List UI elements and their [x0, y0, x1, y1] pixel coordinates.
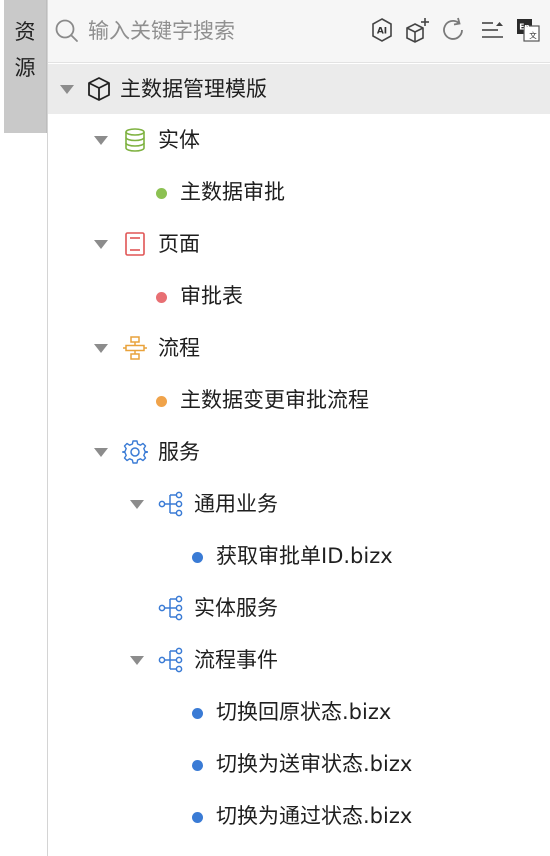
status-dot [156, 292, 167, 303]
chevron-down-icon[interactable] [94, 136, 108, 145]
search-input[interactable] [88, 16, 328, 46]
tree-node-service-flow-events[interactable]: 流程事件 [48, 634, 550, 686]
search-bar: AI En 文 [48, 0, 550, 63]
tree-node-service-flow-item-1[interactable]: 切换回原状态.bizx [48, 686, 550, 738]
ai-icon-label: AI [377, 27, 387, 37]
ai-icon[interactable]: AI [368, 16, 396, 44]
collapse-list-icon[interactable] [478, 16, 506, 44]
chevron-down-icon[interactable] [130, 500, 144, 509]
resource-panel: AI En 文 主数据管理模版 [48, 0, 550, 856]
sidebar-tab-label-line2: 源 [14, 56, 36, 80]
tree-node-label: 通用业务 [194, 492, 278, 516]
tree-node-service-common-item[interactable]: 获取审批单ID.bizx [48, 530, 550, 582]
tree-node-service-common[interactable]: 通用业务 [48, 478, 550, 530]
chevron-down-icon[interactable] [94, 448, 108, 457]
tree-node-service-flow-item-3[interactable]: 切换为通过状态.bizx [48, 790, 550, 842]
status-dot [192, 812, 203, 823]
tree-node-flow-item[interactable]: 主数据变更审批流程 [48, 374, 550, 426]
tree-node-label: 流程事件 [194, 648, 278, 672]
tree-node-label: 切换回原状态.bizx [216, 700, 392, 724]
language-icon-en: En [519, 23, 529, 32]
chevron-down-icon[interactable] [60, 85, 74, 94]
tree-node-label: 主数据管理模版 [120, 77, 267, 101]
search-icon[interactable] [54, 18, 80, 44]
language-icon[interactable]: En 文 [514, 16, 542, 44]
tree-node-label: 主数据审批 [180, 180, 285, 204]
hierarchy-icon [158, 595, 183, 621]
tree-node-label: 服务 [158, 440, 200, 464]
tree-node-entity-group[interactable]: 实体 [48, 114, 550, 166]
flow-icon [123, 336, 147, 360]
add-cube-icon[interactable] [403, 16, 431, 44]
tree-node-label: 切换为送审状态.bizx [216, 752, 413, 776]
refresh-icon[interactable] [439, 16, 467, 44]
tree-node-label: 审批表 [180, 284, 243, 308]
cube-icon [88, 77, 110, 101]
status-dot [156, 188, 167, 199]
tree-node-label: 实体 [158, 128, 200, 152]
status-dot [192, 552, 203, 563]
tree-node-service-flow-item-2[interactable]: 切换为送审状态.bizx [48, 738, 550, 790]
tree-node-label: 主数据变更审批流程 [180, 388, 369, 412]
tree-node-service-entity[interactable]: 实体服务 [48, 582, 550, 634]
status-dot [156, 396, 167, 407]
chevron-down-icon[interactable] [94, 240, 108, 249]
tree-node-label: 切换为通过状态.bizx [216, 804, 413, 828]
tree-node-label: 流程 [158, 336, 200, 360]
database-icon [125, 128, 145, 152]
sidebar-tab-label-line1: 资 [14, 20, 36, 44]
tree-node-page-group[interactable]: 页面 [48, 218, 550, 270]
gear-icon [122, 440, 148, 464]
page-icon [125, 232, 145, 256]
tree-node-root[interactable]: 主数据管理模版 [48, 64, 550, 114]
chevron-down-icon[interactable] [130, 656, 144, 665]
tree-node-flow-group[interactable]: 流程 [48, 322, 550, 374]
tree-node-page-item[interactable]: 审批表 [48, 270, 550, 322]
tree-node-service-group[interactable]: 服务 [48, 426, 550, 478]
chevron-down-icon[interactable] [94, 344, 108, 353]
hierarchy-icon [158, 647, 183, 673]
status-dot [192, 708, 203, 719]
left-sidebar: 资 源 [0, 0, 48, 856]
tree-node-label: 获取审批单ID.bizx [216, 544, 393, 568]
tree-node-entity-item[interactable]: 主数据审批 [48, 166, 550, 218]
tree-node-label: 实体服务 [194, 596, 278, 620]
language-icon-zh: 文 [529, 30, 537, 40]
status-dot [192, 760, 203, 771]
sidebar-tab-resources[interactable]: 资 源 [4, 0, 47, 133]
hierarchy-icon [158, 491, 183, 517]
tree-node-label: 页面 [158, 232, 200, 256]
